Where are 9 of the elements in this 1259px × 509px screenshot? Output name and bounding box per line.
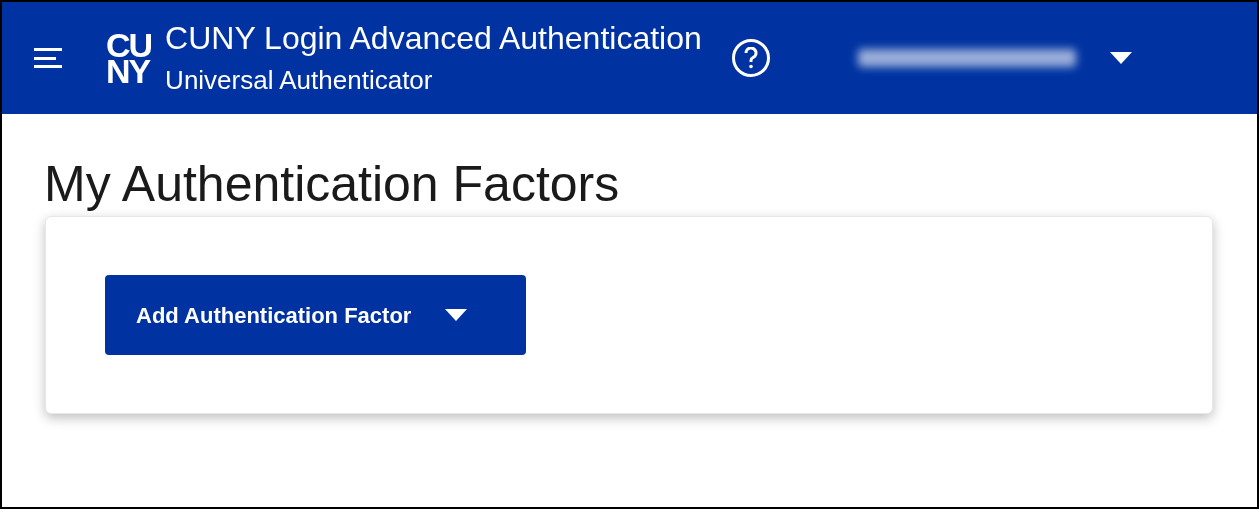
logo: CU NY [106, 32, 152, 84]
add-factor-button[interactable]: Add Authentication Factor [105, 275, 526, 355]
app-subtitle: Universal Authenticator [165, 64, 434, 97]
help-icon[interactable] [731, 39, 770, 77]
caret-icon [445, 309, 468, 321]
dropdown-caret-icon[interactable] [1109, 52, 1132, 64]
page-title: My Authentication Factors [44, 155, 621, 214]
app-title: CUNY Login Advanced Authentication [165, 19, 702, 58]
menu-icon[interactable] [34, 48, 64, 68]
